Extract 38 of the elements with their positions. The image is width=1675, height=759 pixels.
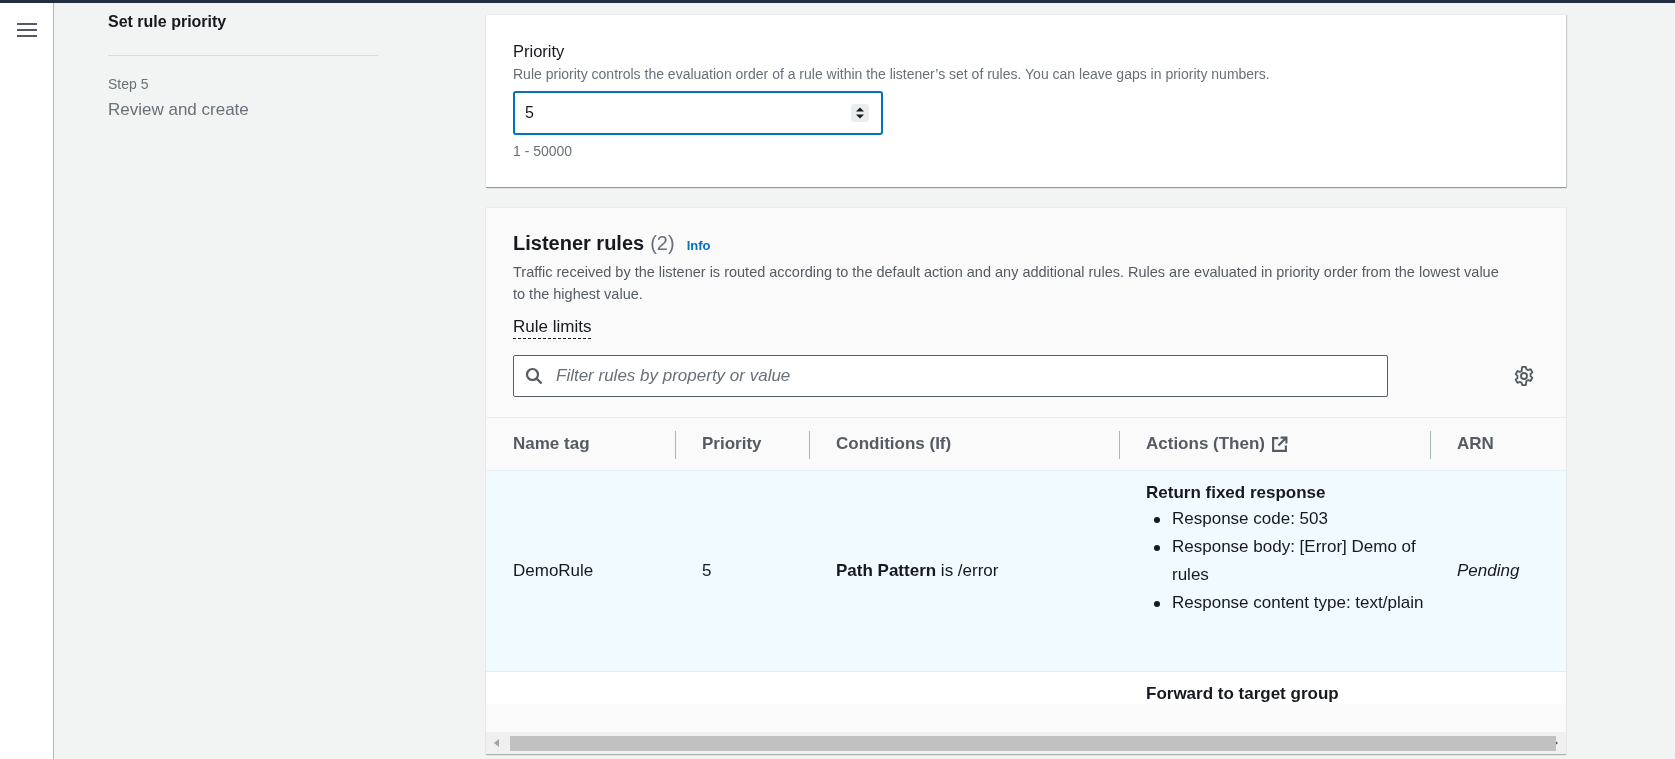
- action-title: Return fixed response: [1146, 483, 1327, 503]
- rule-limits-link[interactable]: Rule limits: [513, 317, 592, 339]
- action-detail: Response code: 503: [1172, 508, 1328, 530]
- table-cell: DemoRule: [513, 561, 594, 581]
- bullet-icon: [1154, 517, 1160, 523]
- settings-icon[interactable]: [1513, 365, 1535, 387]
- spinner-icon[interactable]: [851, 104, 869, 122]
- table-row[interactable]: Forward to target group: [486, 671, 1566, 704]
- column-header[interactable]: Name tag: [513, 434, 590, 453]
- column-header[interactable]: Conditions (If): [836, 434, 952, 453]
- search-icon: [525, 367, 543, 385]
- constraint-text: 1 - 50000: [513, 143, 574, 159]
- external-link-icon[interactable]: [1271, 435, 1288, 453]
- horizontal-scrollbar[interactable]: [486, 732, 1566, 754]
- condition-text: Path Pattern is /error: [836, 561, 999, 580]
- step-title: Set rule priority: [108, 13, 228, 31]
- action-detail: Response body: [Error] Demo of rules: [1172, 536, 1417, 586]
- action-title: Forward to target group: [1146, 684, 1340, 704]
- bullet-icon: [1154, 545, 1160, 551]
- table-cell: Pending: [1457, 561, 1520, 581]
- field-label: Priority: [513, 42, 566, 61]
- filter-field[interactable]: Filter rules by property or value: [513, 355, 1388, 397]
- table-cell: 5: [702, 561, 712, 581]
- column-header[interactable]: Priority: [702, 434, 762, 453]
- section-description: Traffic received by the listener is routed according to the default action and any additional rules. Rules are evaluated in priority order from the lowest value to the highest value.: [513, 263, 1500, 304]
- action-detail: Response content type: text/plain: [1172, 592, 1424, 614]
- step-label: Step 5: [108, 76, 150, 92]
- column-header[interactable]: ARN: [1457, 434, 1494, 453]
- step-title[interactable]: Review and create: [108, 100, 486, 120]
- priority-input[interactable]: 5: [513, 91, 883, 135]
- bullet-icon: [1154, 601, 1160, 607]
- info-link[interactable]: Info: [686, 238, 711, 253]
- column-header[interactable]: Actions (Then): [1146, 434, 1265, 454]
- field-description: Rule priority controls the evaluation order of a rule within the listener’s set of rules. You can leave gaps in priority numbers.: [513, 66, 1271, 82]
- rule-count: (2): [650, 232, 675, 255]
- menu-icon[interactable]: [16, 22, 37, 38]
- section-title: Listener rules: [513, 232, 645, 255]
- table-row[interactable]: DemoRule 5 Path Pattern is /error Return fixed response Response code: 503 Response body: [Error] Demo of rules Response content type: text/plain Pending: [486, 470, 1566, 672]
